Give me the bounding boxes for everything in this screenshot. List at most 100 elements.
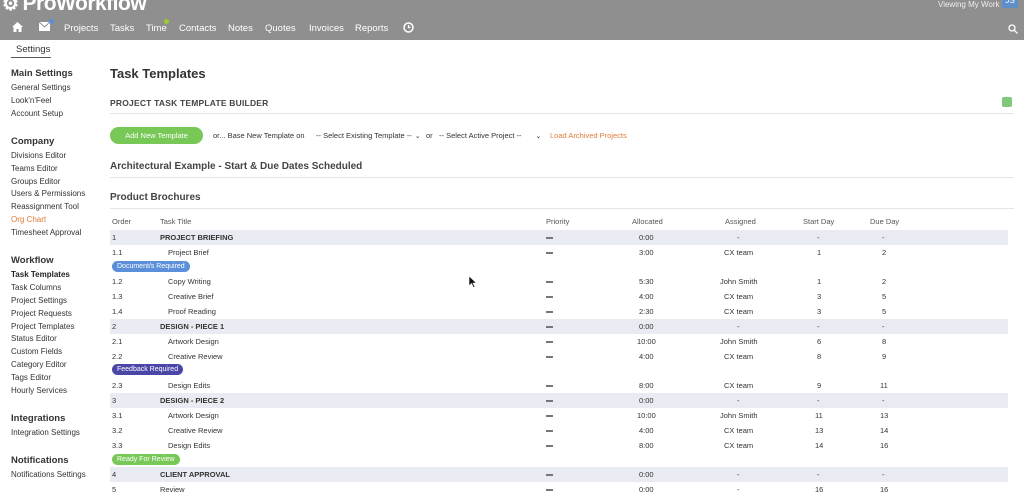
sidebar-item-status-editor[interactable]: Status Editor — [11, 334, 57, 343]
nav-tasks[interactable]: Tasks — [110, 23, 134, 34]
timer-icon[interactable] — [403, 22, 414, 36]
start-day-cell: 16 — [815, 485, 824, 494]
sidebar-item-task-templates[interactable]: Task Templates — [11, 270, 70, 279]
table-row[interactable]: 2 DESIGN - PIECE 1 0:00 - - - — [110, 319, 1008, 334]
sidebar-item-users-permissions[interactable]: Users & Permissions — [11, 189, 85, 198]
nav-quotes[interactable]: Quotes — [265, 23, 296, 34]
due-day-cell: 5 — [882, 292, 887, 301]
sidebar-item-task-columns[interactable]: Task Columns — [11, 283, 61, 292]
load-archived-projects-link[interactable]: Load Archived Projects — [550, 131, 627, 140]
sidebar-item-teams-editor[interactable]: Teams Editor — [11, 164, 58, 173]
table-row[interactable]: 1.2 Copy Writing 5:30 John Smith 1 2 — [110, 274, 1008, 289]
priority-none-icon — [546, 311, 553, 313]
template-title-product-brochures[interactable]: Product Brochures — [110, 192, 201, 203]
priority-none-icon — [546, 252, 553, 254]
table-row[interactable]: 2.3 Design Edits 8:00 CX team 9 11 — [110, 378, 1008, 393]
task-title-cell: Design Edits — [168, 441, 211, 450]
sidebar-item-org-chart[interactable]: Org Chart — [11, 215, 46, 224]
search-icon[interactable] — [1008, 21, 1018, 34]
table-row[interactable]: 1 PROJECT BRIEFING 0:00 - - - — [110, 230, 1008, 245]
assigned-cell: CX team — [724, 248, 754, 257]
home-icon[interactable] — [12, 22, 23, 35]
priority-none-icon — [546, 489, 553, 491]
status-badge[interactable]: Document/s Required — [112, 261, 190, 272]
allocated-cell: 2:30 — [639, 307, 654, 316]
select-active-project-value: -- Select Active Project -- — [439, 131, 522, 140]
order-cell: 2.3 — [112, 381, 123, 390]
select-existing-template-value: -- Select Existing Template -- — [316, 131, 412, 140]
nav-time[interactable]: Time — [146, 23, 167, 34]
due-day-cell: 16 — [880, 485, 889, 494]
table-row[interactable]: 1.3 Creative Brief 4:00 CX team 3 5 — [110, 289, 1008, 304]
start-day-cell: 3 — [817, 292, 822, 301]
status-badge[interactable]: Ready For Review — [112, 454, 180, 465]
sidebar-item-project-requests[interactable]: Project Requests — [11, 309, 72, 318]
table-row[interactable]: 2.2 Creative Review 4:00 CX team 8 9 — [110, 349, 1008, 364]
column-header-order[interactable]: Order — [112, 217, 131, 226]
allocated-cell: 0:00 — [639, 322, 654, 331]
nav-contacts[interactable]: Contacts — [179, 23, 217, 34]
column-header-task-title[interactable]: Task Title — [160, 217, 191, 226]
sidebar-item-custom-fields[interactable]: Custom Fields — [11, 347, 62, 356]
assigned-cell: - — [737, 396, 740, 405]
table-row[interactable]: 3.3 Design Edits 8:00 CX team 14 16 — [110, 438, 1008, 453]
column-header-due-day[interactable]: Due Day — [870, 217, 899, 226]
due-day-cell: - — [882, 233, 885, 242]
settings-tab[interactable]: Settings — [16, 44, 50, 55]
table-row[interactable]: 3 DESIGN - PIECE 2 0:00 - - - — [110, 393, 1008, 408]
sidebar-item-timesheet-approval[interactable]: Timesheet Approval — [11, 228, 81, 237]
task-title-cell: PROJECT BRIEFING — [160, 233, 234, 242]
sidebar-item-look-n-feel[interactable]: Look'n'Feel — [11, 96, 51, 105]
mail-icon[interactable] — [38, 21, 51, 34]
sidebar-item-hourly-services[interactable]: Hourly Services — [11, 386, 67, 395]
assigned-cell: CX team — [724, 441, 754, 450]
column-header-start-day[interactable]: Start Day — [803, 217, 834, 226]
sidebar-item-divisions-editor[interactable]: Divisions Editor — [11, 151, 66, 160]
viewing-my-work-label[interactable]: Viewing My Work — [938, 0, 1000, 9]
start-day-cell: - — [817, 322, 820, 331]
app-logo[interactable]: ⚙ ProWorkflow — [2, 0, 147, 15]
sidebar-item-general-settings[interactable]: General Settings — [11, 83, 71, 92]
table-row[interactable]: 4 CLIENT APPROVAL 0:00 - - - — [110, 467, 1008, 482]
table-row[interactable]: 5 Review 0:00 - 16 16 — [110, 482, 1008, 497]
table-row[interactable]: 1.4 Proof Reading 2:30 CX team 3 5 — [110, 304, 1008, 319]
gear-logo-icon: ⚙ — [2, 0, 19, 15]
nav-invoices[interactable]: Invoices — [309, 23, 344, 34]
order-cell: 3 — [112, 396, 117, 405]
order-cell: 1 — [112, 233, 117, 242]
settings-tab-underline — [11, 57, 51, 58]
start-day-cell: 3 — [817, 307, 822, 316]
column-header-priority[interactable]: Priority — [546, 217, 569, 226]
avatar[interactable]: JS — [1002, 0, 1018, 8]
task-title-cell: Review — [160, 485, 185, 494]
sidebar-item-groups-editor[interactable]: Groups Editor — [11, 177, 60, 186]
add-new-template-button[interactable]: Add New Template — [110, 127, 203, 144]
sidebar-item-integration-settings[interactable]: Integration Settings — [11, 428, 80, 437]
sidebar-item-category-editor[interactable]: Category Editor — [11, 360, 67, 369]
column-header-allocated[interactable]: Allocated — [632, 217, 663, 226]
sidebar-item-project-templates[interactable]: Project Templates — [11, 322, 74, 331]
nav-projects[interactable]: Projects — [64, 23, 98, 34]
nav-reports[interactable]: Reports — [355, 23, 388, 34]
table-row[interactable]: 2.1 Artwork Design 10:00 John Smith 6 8 — [110, 334, 1008, 349]
select-existing-template-dropdown[interactable]: -- Select Existing Template -- ⌄ — [316, 131, 421, 140]
due-day-cell: - — [882, 322, 885, 331]
assigned-cell: - — [737, 233, 740, 242]
divider — [110, 177, 1014, 178]
assigned-cell: CX team — [724, 381, 754, 390]
table-row[interactable]: 3.1 Artwork Design 10:00 John Smith 11 1… — [110, 408, 1008, 423]
builder-options-icon[interactable] — [1002, 97, 1012, 107]
table-row[interactable]: 3.2 Creative Review 4:00 CX team 13 14 — [110, 423, 1008, 438]
select-active-project-dropdown[interactable]: -- Select Active Project -- ⌄ — [439, 131, 541, 140]
column-header-assigned[interactable]: Assigned — [725, 217, 756, 226]
sidebar-item-project-settings[interactable]: Project Settings — [11, 296, 67, 305]
template-title-architectural[interactable]: Architectural Example - Start & Due Date… — [110, 161, 362, 172]
sidebar-item-account-setup[interactable]: Account Setup — [11, 109, 63, 118]
sidebar-item-tags-editor[interactable]: Tags Editor — [11, 373, 51, 382]
sidebar-item-notifications-settings[interactable]: Notifications Settings — [11, 470, 86, 479]
due-day-cell: 16 — [880, 441, 889, 450]
status-badge[interactable]: Feedback Required — [112, 364, 184, 375]
table-row[interactable]: 1.1 Project Brief 3:00 CX team 1 2 — [110, 245, 1008, 260]
sidebar-item-reassignment-tool[interactable]: Reassignment Tool — [11, 202, 79, 211]
nav-notes[interactable]: Notes — [228, 23, 253, 34]
